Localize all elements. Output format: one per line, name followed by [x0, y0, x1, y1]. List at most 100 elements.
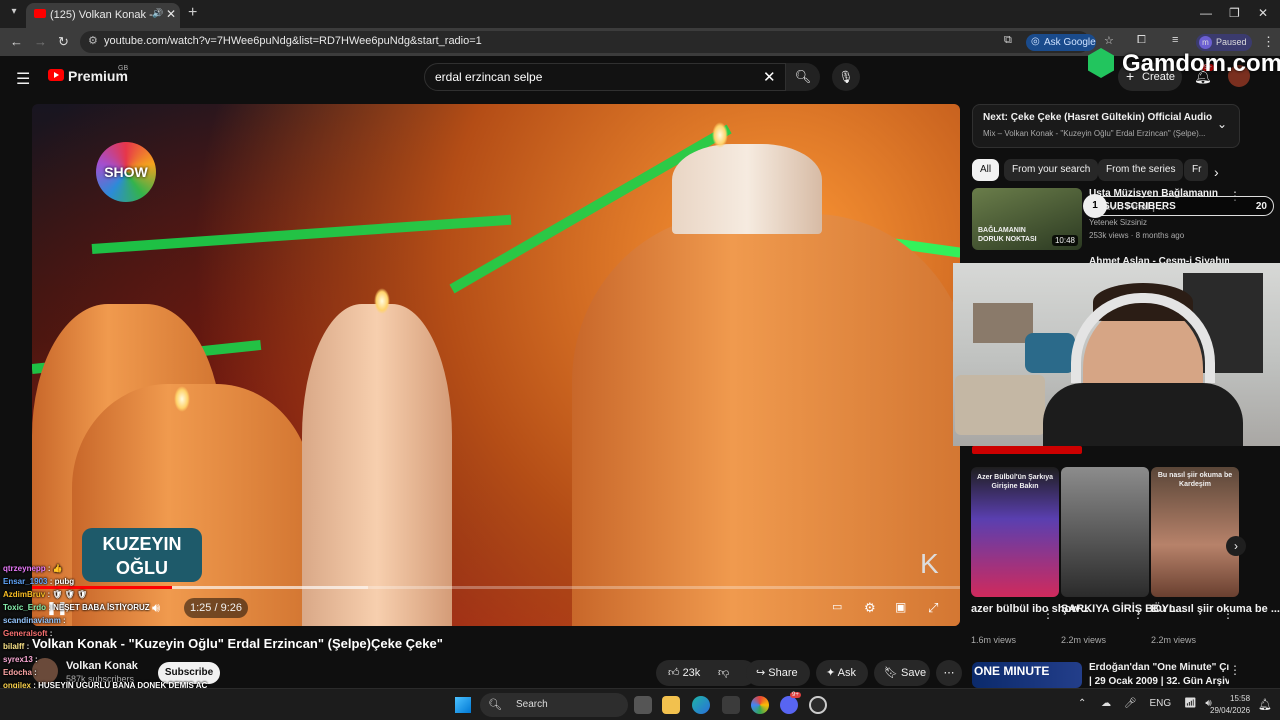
ask-google-button[interactable]: ◎ Ask Google — [1026, 34, 1096, 51]
window-close-icon[interactable]: ✕ — [1258, 6, 1268, 20]
short-thumbnail[interactable]: Azer Bülbül'ün Şarkıya Girişine Bakın — [971, 467, 1059, 597]
chat-separator: : — [47, 577, 55, 586]
short-views: 2.2m views — [1061, 635, 1107, 645]
profile-paused-button[interactable]: m Paused — [1196, 34, 1252, 51]
more-options-icon[interactable]: ⋮ — [1229, 663, 1241, 677]
browser-menu-icon[interactable]: ⋮ — [1262, 34, 1275, 50]
chat-username: Edocha — [3, 668, 32, 677]
chat-separator: : — [60, 616, 66, 625]
taskbar-clock[interactable]: 15:58 29/04/2026 — [1210, 693, 1250, 717]
tab-close-icon[interactable]: ✕ — [166, 7, 176, 21]
app-icon[interactable] — [809, 696, 827, 714]
theater-mode-icon[interactable]: ▣ — [895, 600, 906, 614]
dislike-icon[interactable]: 👎︎ — [718, 660, 729, 686]
chevron-down-icon[interactable]: ⌄ — [1217, 117, 1227, 131]
notification-center-icon[interactable]: 🔔︎ — [1258, 698, 1272, 711]
candle-flame — [712, 122, 728, 148]
cloud-icon[interactable]: ☁ — [1101, 698, 1111, 709]
subscribers-goal-overlay: 1 SUBSCRIBERS 20 — [1083, 194, 1274, 218]
clear-search-icon[interactable]: ✕ — [763, 68, 776, 86]
windows-start-icon[interactable] — [455, 697, 471, 713]
sparkle-icon: ✦ — [826, 667, 836, 679]
recommended-thumbnail[interactable]: BAĞLAMANIN DORUK NOKTASI 10:48 — [972, 188, 1082, 250]
recommended-channel[interactable]: Yetenek Sizsiniz — [1089, 218, 1147, 227]
settings-gear-icon[interactable]: ⚙ — [864, 600, 876, 616]
minimize-icon[interactable]: — — [1200, 6, 1212, 20]
menu-icon[interactable]: ☰ — [16, 69, 30, 89]
task-view-icon[interactable] — [634, 696, 652, 714]
language-indicator[interactable]: ENG — [1149, 698, 1171, 709]
chat-message: qtrzeynepp : 👍 — [3, 564, 63, 573]
taskbar-search[interactable]: 🔍︎ Search — [480, 693, 628, 717]
file-explorer-icon[interactable] — [662, 696, 680, 714]
short-title[interactable]: Bu nasıl şiir okuma be ... — [1151, 602, 1280, 616]
subscribers-count: 20 — [1255, 201, 1267, 212]
wifi-icon[interactable]: 📶︎ — [1184, 698, 1197, 709]
tray-overflow-icon[interactable]: ⌃ — [1078, 698, 1086, 709]
shorts-next-icon[interactable]: › — [1226, 536, 1246, 556]
candle — [672, 144, 822, 234]
bookmark-star-icon[interactable]: ☆ — [1104, 34, 1114, 47]
microsoft-store-icon[interactable] — [722, 696, 740, 714]
mic-icon[interactable]: 🎤︎ — [1124, 698, 1137, 709]
video-duration: 10:48 — [1051, 235, 1078, 246]
thumbs-up-icon: 👍︎ — [668, 667, 680, 679]
back-icon[interactable]: ← — [10, 34, 23, 49]
more-actions-button[interactable]: ⋯ — [936, 660, 962, 686]
short-thumbnail[interactable] — [1061, 467, 1149, 597]
search-button[interactable]: 🔍︎ — [786, 63, 820, 91]
address-bar[interactable]: ⚙ youtube.com/watch?v=7HWee6puNdg&list=R… — [80, 31, 1090, 53]
extensions-icon[interactable]: ⧠ — [1137, 34, 1146, 47]
edge-icon[interactable] — [692, 696, 710, 714]
chip-from-the-series[interactable]: From the series — [1098, 159, 1184, 181]
chevron-right-icon[interactable]: › — [1214, 164, 1219, 180]
chat-message: AzdimBruv : 🛡 🛡 🛡 — [3, 590, 87, 599]
save-button[interactable]: 🔖︎ Save — [874, 660, 930, 686]
reload-icon[interactable]: ↻ — [58, 34, 69, 50]
short-title[interactable]: azer bülbül ibo show ... — [971, 602, 1092, 616]
voice-search-button[interactable]: 🎙︎ — [832, 63, 860, 91]
more-options-icon[interactable]: ⋮ — [1222, 607, 1234, 621]
ask-button[interactable]: ✦ Ask — [816, 660, 868, 686]
new-tab-button[interactable]: + — [188, 4, 197, 22]
recommended-title-line2[interactable]: | 29 Ocak 2009 | 32. Gün Arşivi — [1089, 676, 1229, 687]
short-title[interactable]: ŞARKIYA GİRİŞ BÖYL... — [1061, 602, 1185, 616]
chip-all[interactable]: All — [972, 159, 1000, 181]
gamdom-text: Gamdom.com — [1122, 50, 1280, 77]
tab-audio-icon[interactable]: 🔊 — [152, 8, 163, 19]
thumbnail-caption: BAĞLAMANIN DORUK NOKTASI — [978, 227, 1037, 243]
like-button[interactable]: 👍︎ 23k — [668, 667, 700, 679]
more-options-icon[interactable]: ⋮ — [1042, 607, 1054, 621]
search-input[interactable]: erdal erzincan selpe ✕ — [424, 63, 786, 91]
youtube-logo-icon[interactable] — [48, 69, 64, 81]
lens-icon: ◎ — [1031, 36, 1040, 47]
chip-from-your-search[interactable]: From your search — [1004, 159, 1099, 181]
playlist-next-panel[interactable]: Next: Çeke Çeke (Hasret Gültekin) Offici… — [972, 104, 1240, 148]
cast-icon[interactable]: ⧉ — [1004, 34, 1012, 47]
recommended-thumbnail[interactable]: ONE MINUTE — [972, 662, 1082, 688]
browser-tab[interactable]: (125) Volkan Konak - "Kuzeyin 🔊 ✕ — [26, 3, 180, 28]
chat-username: bilalff — [3, 642, 25, 651]
forward-icon[interactable]: → — [34, 34, 47, 49]
video-player[interactable]: SHOW KUZEYIN OĞLU K ❚❚ 🔊︎ 1:25 / 9:26 ▭ … — [32, 104, 960, 626]
share-button[interactable]: ↪ Share — [746, 660, 810, 686]
like-count: 23k — [682, 667, 701, 679]
like-dislike-group: 👍︎ 23k 👎︎ — [656, 660, 756, 686]
chat-separator: : — [31, 668, 37, 677]
reading-list-icon[interactable]: ≡ — [1172, 34, 1178, 46]
url-text: youtube.com/watch?v=7HWee6puNdg&list=RD7… — [104, 35, 482, 47]
browser-tab-strip: ▾ (125) Volkan Konak - "Kuzeyin 🔊 ✕ + — … — [0, 0, 1280, 28]
more-options-icon[interactable]: ⋮ — [1132, 607, 1144, 621]
recommended-title[interactable]: Erdoğan'dan "One Minute" Çıkışı — [1089, 662, 1229, 673]
short-thumbnail[interactable]: Bu nasıl şiir okuma be Kardeşim — [1151, 467, 1239, 597]
chrome-icon[interactable] — [751, 696, 769, 714]
region-code: GB — [118, 65, 129, 72]
chip-more[interactable]: Fr — [1184, 159, 1208, 181]
site-info-icon[interactable]: ⚙ — [88, 34, 98, 47]
fullscreen-icon[interactable]: ⤢ — [928, 600, 938, 616]
discord-icon[interactable] — [780, 696, 798, 714]
maximize-icon[interactable]: ❐ — [1229, 6, 1240, 20]
tab-search-dropdown[interactable]: ▾ — [6, 6, 22, 22]
subtitles-icon[interactable]: ▭ — [832, 600, 842, 613]
tab-title: (125) Volkan Konak - "Kuzeyin — [50, 9, 160, 21]
